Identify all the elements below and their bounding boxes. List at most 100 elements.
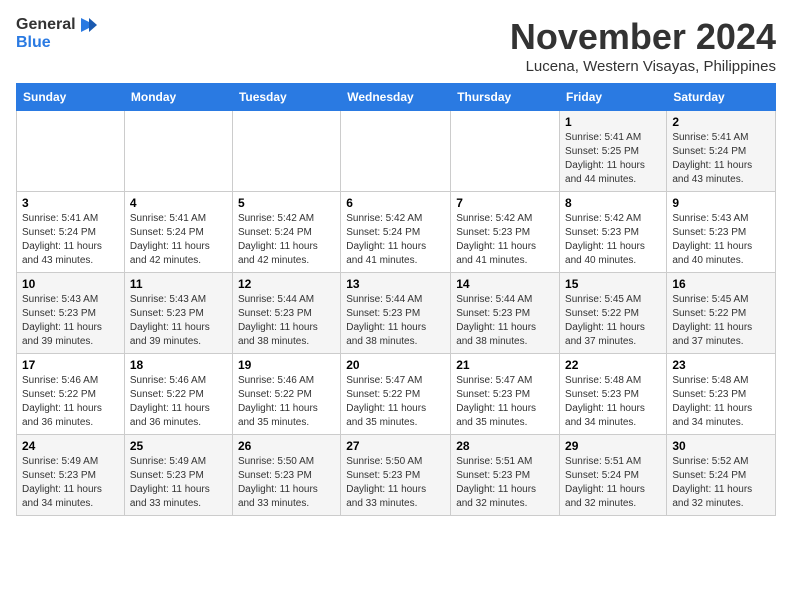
day-info: Sunrise: 5:50 AM Sunset: 5:23 PM Dayligh… bbox=[238, 455, 335, 511]
day-info: Sunrise: 5:51 AM Sunset: 5:24 PM Dayligh… bbox=[565, 455, 661, 511]
calendar-week-row: 24 Sunrise: 5:49 AM Sunset: 5:23 PM Dayli… bbox=[17, 435, 776, 516]
calendar-cell: 23 Sunrise: 5:48 AM Sunset: 5:23 PM Dayli… bbox=[667, 354, 776, 435]
day-number: 8 bbox=[565, 196, 661, 210]
day-number: 19 bbox=[238, 358, 335, 372]
calendar-cell: 4 Sunrise: 5:41 AM Sunset: 5:24 PM Daylig… bbox=[124, 192, 232, 273]
day-info: Sunrise: 5:41 AM Sunset: 5:24 PM Dayligh… bbox=[22, 212, 119, 268]
day-info: Sunrise: 5:48 AM Sunset: 5:23 PM Dayligh… bbox=[565, 374, 661, 430]
day-info: Sunrise: 5:43 AM Sunset: 5:23 PM Dayligh… bbox=[672, 212, 770, 268]
calendar-week-row: 17 Sunrise: 5:46 AM Sunset: 5:22 PM Dayli… bbox=[17, 354, 776, 435]
day-number: 24 bbox=[22, 439, 119, 453]
day-info: Sunrise: 5:47 AM Sunset: 5:23 PM Dayligh… bbox=[456, 374, 554, 430]
calendar-cell: 6 Sunrise: 5:42 AM Sunset: 5:24 PM Daylig… bbox=[341, 192, 451, 273]
day-number: 2 bbox=[672, 115, 770, 129]
day-number: 14 bbox=[456, 277, 554, 291]
day-number: 17 bbox=[22, 358, 119, 372]
calendar-cell: 7Sunrise: 5:42 AM Sunset: 5:23 PM Daylig… bbox=[451, 192, 560, 273]
weekday-header: Friday bbox=[560, 84, 667, 111]
calendar-cell: 24 Sunrise: 5:49 AM Sunset: 5:23 PM Dayli… bbox=[17, 435, 125, 516]
day-number: 21 bbox=[456, 358, 554, 372]
day-info: Sunrise: 5:42 AM Sunset: 5:24 PM Dayligh… bbox=[346, 212, 445, 268]
day-info: Sunrise: 5:51 AM Sunset: 5:23 PM Dayligh… bbox=[456, 455, 554, 511]
day-number: 26 bbox=[238, 439, 335, 453]
day-info: Sunrise: 5:48 AM Sunset: 5:23 PM Dayligh… bbox=[672, 374, 770, 430]
calendar-cell: 22Sunrise: 5:48 AM Sunset: 5:23 PM Dayli… bbox=[560, 354, 667, 435]
calendar-week-row: 10 Sunrise: 5:43 AM Sunset: 5:23 PM Dayli… bbox=[17, 273, 776, 354]
calendar-cell: 10Sunrise: 5:43 AM Sunset: 5:23 PM Dayli… bbox=[17, 273, 125, 354]
calendar-cell: 25Sunrise: 5:49 AM Sunset: 5:23 PM Dayli… bbox=[124, 435, 232, 516]
day-number: 3 bbox=[22, 196, 119, 210]
title-section: November 2024 Lucena, Western Visayas, P… bbox=[510, 16, 776, 75]
calendar-table: SundayMondayTuesdayWednesdayThursdayFrid… bbox=[16, 83, 776, 516]
day-info: Sunrise: 5:52 AM Sunset: 5:24 PM Dayligh… bbox=[672, 455, 770, 511]
calendar-cell: 16Sunrise: 5:45 AM Sunset: 5:22 PM Dayli… bbox=[667, 273, 776, 354]
calendar-cell: 5 Sunrise: 5:42 AM Sunset: 5:24 PM Daylig… bbox=[232, 192, 340, 273]
day-number: 11 bbox=[130, 277, 227, 291]
logo-blue: Blue bbox=[16, 34, 51, 52]
calendar-cell bbox=[341, 111, 451, 192]
day-info: Sunrise: 5:49 AM Sunset: 5:23 PM Dayligh… bbox=[22, 455, 119, 511]
calendar-cell: 28 Sunrise: 5:51 AM Sunset: 5:23 PM Dayli… bbox=[451, 435, 560, 516]
logo: General Blue bbox=[16, 16, 97, 52]
logo: General Blue bbox=[16, 16, 97, 52]
weekday-header-row: SundayMondayTuesdayWednesdayThursdayFrid… bbox=[17, 84, 776, 111]
weekday-header: Wednesday bbox=[341, 84, 451, 111]
day-number: 18 bbox=[130, 358, 227, 372]
day-info: Sunrise: 5:50 AM Sunset: 5:23 PM Dayligh… bbox=[346, 455, 445, 511]
day-info: Sunrise: 5:42 AM Sunset: 5:23 PM Dayligh… bbox=[456, 212, 554, 268]
day-number: 5 bbox=[238, 196, 335, 210]
day-number: 27 bbox=[346, 439, 445, 453]
day-number: 1 bbox=[565, 115, 661, 129]
calendar-cell bbox=[451, 111, 560, 192]
day-info: Sunrise: 5:44 AM Sunset: 5:23 PM Dayligh… bbox=[346, 293, 445, 349]
calendar-cell: 8Sunrise: 5:42 AM Sunset: 5:23 PM Daylig… bbox=[560, 192, 667, 273]
location-title: Lucena, Western Visayas, Philippines bbox=[510, 58, 776, 75]
weekday-header: Thursday bbox=[451, 84, 560, 111]
day-info: Sunrise: 5:41 AM Sunset: 5:25 PM Dayligh… bbox=[565, 131, 661, 187]
day-number: 23 bbox=[672, 358, 770, 372]
day-number: 12 bbox=[238, 277, 335, 291]
calendar-cell bbox=[232, 111, 340, 192]
day-number: 28 bbox=[456, 439, 554, 453]
day-number: 29 bbox=[565, 439, 661, 453]
day-number: 10 bbox=[22, 277, 119, 291]
weekday-header: Saturday bbox=[667, 84, 776, 111]
calendar-cell: 15 Sunrise: 5:45 AM Sunset: 5:22 PM Dayli… bbox=[560, 273, 667, 354]
day-info: Sunrise: 5:45 AM Sunset: 5:22 PM Dayligh… bbox=[672, 293, 770, 349]
calendar-cell: 27 Sunrise: 5:50 AM Sunset: 5:23 PM Dayli… bbox=[341, 435, 451, 516]
day-number: 4 bbox=[130, 196, 227, 210]
day-info: Sunrise: 5:41 AM Sunset: 5:24 PM Dayligh… bbox=[130, 212, 227, 268]
day-info: Sunrise: 5:45 AM Sunset: 5:22 PM Dayligh… bbox=[565, 293, 661, 349]
calendar-cell: 1 Sunrise: 5:41 AM Sunset: 5:25 PM Daylig… bbox=[560, 111, 667, 192]
day-info: Sunrise: 5:46 AM Sunset: 5:22 PM Dayligh… bbox=[238, 374, 335, 430]
calendar-cell: 17 Sunrise: 5:46 AM Sunset: 5:22 PM Dayli… bbox=[17, 354, 125, 435]
calendar-cell: 30Sunrise: 5:52 AM Sunset: 5:24 PM Dayli… bbox=[667, 435, 776, 516]
calendar-cell: 14Sunrise: 5:44 AM Sunset: 5:23 PM Dayli… bbox=[451, 273, 560, 354]
logo-general: General bbox=[16, 16, 97, 34]
day-number: 6 bbox=[346, 196, 445, 210]
day-info: Sunrise: 5:43 AM Sunset: 5:23 PM Dayligh… bbox=[130, 293, 227, 349]
calendar-cell: 11 Sunrise: 5:43 AM Sunset: 5:23 PM Dayli… bbox=[124, 273, 232, 354]
calendar-cell: 19 Sunrise: 5:46 AM Sunset: 5:22 PM Dayli… bbox=[232, 354, 340, 435]
day-info: Sunrise: 5:46 AM Sunset: 5:22 PM Dayligh… bbox=[130, 374, 227, 430]
day-number: 20 bbox=[346, 358, 445, 372]
day-info: Sunrise: 5:42 AM Sunset: 5:24 PM Dayligh… bbox=[238, 212, 335, 268]
month-title: November 2024 bbox=[510, 16, 776, 58]
day-number: 9 bbox=[672, 196, 770, 210]
calendar-cell: 9 Sunrise: 5:43 AM Sunset: 5:23 PM Daylig… bbox=[667, 192, 776, 273]
calendar-week-row: 3 Sunrise: 5:41 AM Sunset: 5:24 PM Daylig… bbox=[17, 192, 776, 273]
calendar-cell: 21 Sunrise: 5:47 AM Sunset: 5:23 PM Dayli… bbox=[451, 354, 560, 435]
weekday-header: Sunday bbox=[17, 84, 125, 111]
day-info: Sunrise: 5:47 AM Sunset: 5:22 PM Dayligh… bbox=[346, 374, 445, 430]
calendar-cell: 18 Sunrise: 5:46 AM Sunset: 5:22 PM Dayli… bbox=[124, 354, 232, 435]
calendar-cell bbox=[17, 111, 125, 192]
day-number: 15 bbox=[565, 277, 661, 291]
header: General Blue November 2024 Lucena, Weste… bbox=[16, 16, 776, 75]
day-info: Sunrise: 5:46 AM Sunset: 5:22 PM Dayligh… bbox=[22, 374, 119, 430]
calendar-cell: 12Sunrise: 5:44 AM Sunset: 5:23 PM Dayli… bbox=[232, 273, 340, 354]
calendar-cell: 2Sunrise: 5:41 AM Sunset: 5:24 PM Daylig… bbox=[667, 111, 776, 192]
calendar-week-row: 1 Sunrise: 5:41 AM Sunset: 5:25 PM Daylig… bbox=[17, 111, 776, 192]
day-info: Sunrise: 5:49 AM Sunset: 5:23 PM Dayligh… bbox=[130, 455, 227, 511]
calendar-cell bbox=[124, 111, 232, 192]
calendar-cell: 20 Sunrise: 5:47 AM Sunset: 5:22 PM Dayli… bbox=[341, 354, 451, 435]
